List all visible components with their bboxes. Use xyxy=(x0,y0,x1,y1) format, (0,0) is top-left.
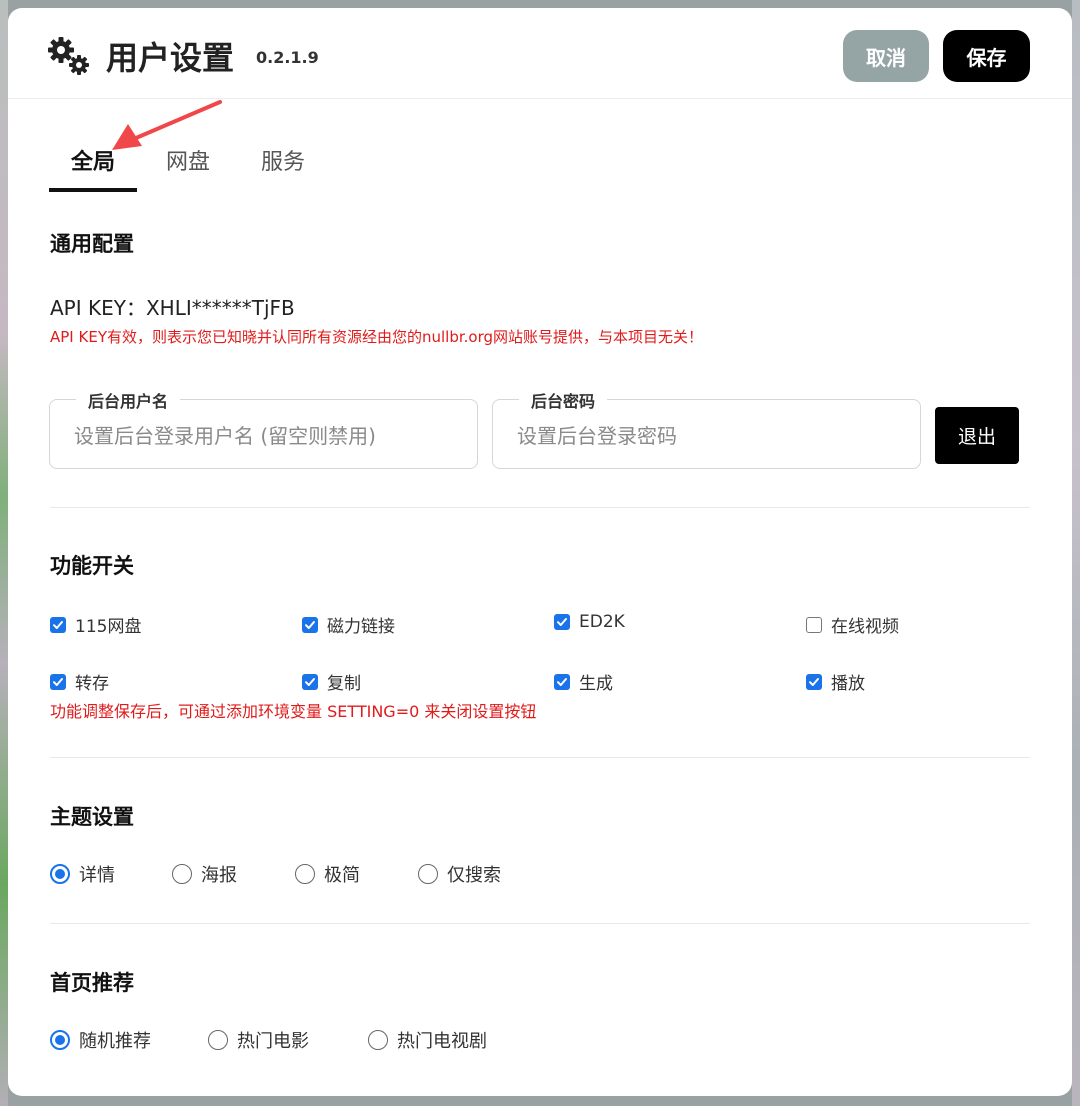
feature-checkbox-label: 播放 xyxy=(831,674,865,694)
feature-checkbox[interactable]: 生成 xyxy=(554,669,613,694)
features-note: 功能调整保存后，可通过添加环境变量 SETTING=0 来关闭设置按钮 xyxy=(50,702,537,721)
cancel-button[interactable]: 取消 xyxy=(843,30,929,82)
dialog-header: 用户设置 0.2.1.9 取消 保存 xyxy=(8,8,1072,99)
theme-option[interactable]: 海报 xyxy=(172,861,237,887)
checkbox-unchecked-icon[interactable] xyxy=(806,616,822,633)
feature-checkbox-label: 复制 xyxy=(327,674,361,694)
username-label: 后台用户名 xyxy=(76,388,181,412)
home-recommend-option-label: 随机推荐 xyxy=(79,1031,151,1052)
feature-checkbox-label: 磁力链接 xyxy=(327,617,395,637)
feature-checkbox-label: 转存 xyxy=(75,674,109,694)
password-input[interactable] xyxy=(515,418,879,454)
home-recommend-option-label: 热门电视剧 xyxy=(397,1031,487,1052)
home-recommend-option-label: 热门电影 xyxy=(237,1031,309,1052)
radio-unselected-icon[interactable] xyxy=(418,864,438,884)
radio-unselected-icon[interactable] xyxy=(172,864,192,884)
feature-checkbox[interactable]: 播放 xyxy=(806,669,865,694)
feature-checkbox-label: 在线视频 xyxy=(831,617,899,637)
divider xyxy=(50,507,1030,508)
home-recommend-option[interactable]: 热门电视剧 xyxy=(368,1027,487,1053)
radio-unselected-icon[interactable] xyxy=(368,1030,388,1050)
password-label: 后台密码 xyxy=(519,388,608,412)
save-button[interactable]: 保存 xyxy=(943,30,1030,82)
home-recommend-option[interactable]: 随机推荐 xyxy=(50,1027,151,1053)
feature-checkbox[interactable]: 转存 xyxy=(50,669,109,694)
divider xyxy=(50,923,1030,924)
settings-dialog: 用户设置 0.2.1.9 取消 保存 全局 网盘 服务 通用配置 API KEY… xyxy=(8,8,1072,1096)
feature-checkbox[interactable]: 在线视频 xyxy=(806,612,899,637)
tab-services[interactable]: 服务 xyxy=(261,144,305,176)
feature-checkbox[interactable]: ED2K xyxy=(554,612,625,632)
theme-option-label: 详情 xyxy=(79,865,115,886)
feature-checkbox[interactable]: 115网盘 xyxy=(50,612,141,637)
radio-unselected-icon[interactable] xyxy=(295,864,315,884)
api-key-note: API KEY有效，则表示您已知晓并认同所有资源经由您的nullbr.org网站… xyxy=(50,328,704,346)
divider xyxy=(50,757,1030,758)
radio-unselected-icon[interactable] xyxy=(208,1030,228,1050)
username-field: 后台用户名 xyxy=(49,388,478,469)
theme-option-label: 极简 xyxy=(324,865,360,886)
annotation-arrow-icon xyxy=(112,100,222,150)
checkbox-checked-icon[interactable] xyxy=(302,616,318,633)
general-section-title: 通用配置 xyxy=(50,232,134,256)
home-recommend-option[interactable]: 热门电影 xyxy=(208,1027,309,1053)
backdrop-left xyxy=(0,0,8,1106)
theme-option[interactable]: 详情 xyxy=(50,861,115,887)
feature-checkbox-label: 115网盘 xyxy=(75,617,142,637)
backdrop-right xyxy=(1072,0,1080,1106)
radio-selected-icon[interactable] xyxy=(50,864,70,884)
theme-option-label: 仅搜索 xyxy=(447,865,501,886)
checkbox-checked-icon[interactable] xyxy=(302,673,318,690)
version-label: 0.2.1.9 xyxy=(256,48,319,67)
username-input[interactable] xyxy=(72,418,436,454)
feature-checkbox-label: 生成 xyxy=(579,674,613,694)
features-section-title: 功能开关 xyxy=(50,554,134,578)
dialog-title: 用户设置 xyxy=(106,39,235,77)
theme-option-label: 海报 xyxy=(201,865,237,886)
theme-section-title: 主题设置 xyxy=(50,805,134,829)
theme-option[interactable]: 仅搜索 xyxy=(418,861,501,887)
feature-checkbox-label: ED2K xyxy=(579,612,625,632)
checkbox-checked-icon[interactable] xyxy=(806,673,822,690)
home-section-title: 首页推荐 xyxy=(50,971,134,995)
theme-option[interactable]: 极简 xyxy=(295,861,360,887)
password-field: 后台密码 xyxy=(492,388,921,469)
checkbox-checked-icon[interactable] xyxy=(50,673,66,690)
checkbox-checked-icon[interactable] xyxy=(554,673,570,690)
checkbox-checked-icon[interactable] xyxy=(554,614,570,630)
radio-selected-icon[interactable] xyxy=(50,1030,70,1050)
gear-icon xyxy=(48,37,89,75)
logout-button[interactable]: 退出 xyxy=(935,407,1019,464)
feature-checkbox[interactable]: 复制 xyxy=(302,669,361,694)
feature-checkbox[interactable]: 磁力链接 xyxy=(302,612,395,637)
api-key-display: API KEY：XHLI******TjFB xyxy=(50,296,295,320)
active-tab-indicator xyxy=(49,188,137,192)
checkbox-checked-icon[interactable] xyxy=(50,616,66,633)
